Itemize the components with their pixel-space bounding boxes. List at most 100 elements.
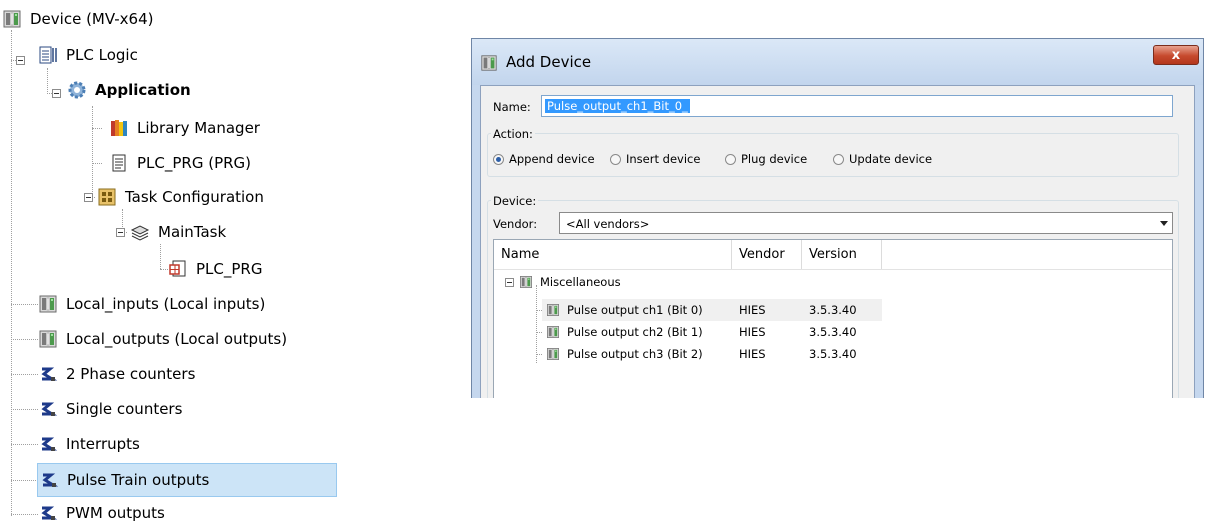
update-device-radio[interactable]: Update device	[833, 152, 932, 166]
tree-item-plc-logic[interactable]: PLC Logic	[38, 41, 138, 69]
collapse-task-configuration-icon[interactable]	[84, 193, 93, 202]
collapse-application-icon[interactable]	[52, 89, 61, 98]
tree-item-label: PLC_PRG	[196, 260, 263, 278]
tree-item-2-phase-counters[interactable]: 2 Phase counters	[38, 360, 195, 388]
column-header-vendor[interactable]: Vendor	[732, 240, 802, 269]
column-header-version[interactable]: Version	[802, 240, 882, 269]
append-device-radio[interactable]: Append device	[493, 152, 595, 166]
connector-icon	[38, 364, 58, 384]
tree-item-label: Single counters	[66, 400, 183, 418]
layered-task-icon	[130, 225, 150, 241]
tree-item-label: 2 Phase counters	[66, 365, 196, 383]
tree-item-maintask[interactable]: MainTask	[130, 218, 226, 246]
device-vendor: HIES	[739, 303, 766, 317]
tree-item-plc-prg-prg[interactable]: PLC_PRG (PRG)	[109, 149, 251, 177]
vendor-select-value: <All vendors>	[566, 217, 650, 231]
device-version: 3.5.3.40	[809, 347, 857, 361]
device-name: Pulse output ch2 (Bit 1)	[567, 325, 703, 339]
tree-item-interrupts[interactable]: Interrupts	[38, 430, 140, 458]
tree-item-label: MainTask	[158, 223, 227, 241]
name-label: Name:	[493, 100, 531, 114]
device-tree: Device (MV-x64) PLC Logic Application Li…	[0, 0, 440, 524]
action-label: Action:	[491, 127, 535, 141]
table-row[interactable]: Pulse output ch3 (Bit 2) HIES 3.5.3.40	[542, 343, 882, 365]
radio-label: Plug device	[741, 152, 808, 166]
dialog-body: Name: Pulse_output_ch1_Bit_0_ Action: Ap…	[480, 85, 1195, 398]
insert-device-radio[interactable]: Insert device	[610, 152, 700, 166]
tree-item-local-inputs[interactable]: Local_inputs (Local inputs)	[38, 290, 265, 318]
radio-icon	[610, 153, 621, 165]
program-call-icon	[169, 260, 186, 277]
collapse-plc-logic-icon[interactable]	[16, 56, 25, 65]
dialog-title-bar[interactable]: Add Device x	[472, 39, 1203, 85]
connector-icon	[38, 434, 58, 454]
device-icon	[546, 303, 560, 317]
tree-item-library-manager[interactable]: Library Manager	[109, 114, 260, 142]
plug-device-radio[interactable]: Plug device	[725, 152, 807, 166]
radio-label: Update device	[849, 152, 933, 166]
device-icon	[546, 325, 560, 339]
device-icon	[480, 54, 498, 72]
collapse-miscellaneous-icon[interactable]	[505, 278, 514, 287]
vendor-label: Vendor:	[493, 217, 538, 231]
tree-item-application[interactable]: Application	[67, 76, 191, 104]
close-button[interactable]: x	[1153, 45, 1199, 65]
table-row[interactable]: Pulse output ch2 (Bit 1) HIES 3.5.3.40	[542, 321, 882, 343]
tree-item-label: PLC Logic	[66, 46, 138, 64]
gear-icon	[68, 81, 86, 99]
device-name: Pulse output ch1 (Bit 0)	[567, 303, 703, 317]
tree-item-task-configuration[interactable]: Task Configuration	[97, 183, 264, 211]
collapse-maintask-icon[interactable]	[116, 228, 125, 237]
tree-item-device[interactable]: Device (MV-x64)	[2, 5, 153, 33]
device-icon	[2, 9, 22, 29]
device-icon	[546, 347, 560, 361]
document-icon	[112, 154, 126, 172]
dialog-title: Add Device	[506, 53, 592, 71]
add-device-dialog: Add Device x Name: Pulse_output_ch1_Bit_…	[471, 38, 1204, 398]
device-version: 3.5.3.40	[809, 303, 857, 317]
tree-item-label: PWM outputs	[66, 504, 165, 522]
tree-item-label: Task Configuration	[125, 188, 264, 206]
tree-item-label: Local_inputs (Local inputs)	[66, 295, 266, 313]
device-version: 3.5.3.40	[809, 325, 857, 339]
radio-label: Append device	[509, 152, 595, 166]
column-header-name[interactable]: Name	[494, 240, 732, 269]
device-icon	[38, 329, 58, 349]
device-icon	[519, 275, 533, 289]
tree-item-label: Interrupts	[66, 435, 140, 453]
radio-label: Insert device	[626, 152, 701, 166]
tree-item-label: Application	[95, 81, 191, 99]
tree-item-label: Device (MV-x64)	[30, 10, 154, 28]
category-row-miscellaneous[interactable]: Miscellaneous	[519, 271, 621, 293]
connector-icon	[39, 470, 59, 490]
table-row[interactable]: Pulse output ch1 (Bit 0) HIES 3.5.3.40	[542, 299, 882, 321]
plc-logic-icon	[39, 46, 57, 64]
tree-item-label: Library Manager	[137, 119, 260, 137]
close-icon: x	[1171, 48, 1181, 63]
radio-icon	[833, 153, 844, 165]
connector-icon	[38, 399, 58, 419]
device-name: Pulse output ch3 (Bit 2)	[567, 347, 703, 361]
device-vendor: HIES	[739, 347, 766, 361]
library-books-icon	[111, 120, 127, 136]
chevron-down-icon	[1160, 221, 1168, 226]
radio-icon	[725, 153, 736, 165]
category-label: Miscellaneous	[540, 275, 621, 289]
tree-item-pwm-outputs[interactable]: PWM outputs	[38, 502, 165, 524]
vendor-select[interactable]: <All vendors>	[559, 212, 1173, 234]
connector-icon	[38, 503, 58, 523]
tree-item-plc-prg[interactable]: PLC_PRG	[168, 255, 262, 283]
tree-item-label: PLC_PRG (PRG)	[137, 154, 252, 172]
tree-item-label: Pulse Train outputs	[67, 471, 210, 489]
device-label: Device:	[491, 194, 539, 208]
task-configuration-icon	[98, 188, 116, 206]
name-field[interactable]: Pulse_output_ch1_Bit_0_	[541, 95, 1173, 117]
tree-item-single-counters[interactable]: Single counters	[38, 395, 182, 423]
tree-item-label: Local_outputs (Local outputs)	[66, 330, 288, 348]
tree-item-local-outputs[interactable]: Local_outputs (Local outputs)	[38, 325, 287, 353]
name-field-value: Pulse_output_ch1_Bit_0_	[545, 99, 690, 113]
device-list[interactable]: Name Vendor Version Miscellaneous Pulse …	[493, 239, 1173, 398]
device-icon	[38, 294, 58, 314]
radio-selected-icon	[493, 153, 504, 165]
tree-item-pulse-train-outputs[interactable]: Pulse Train outputs	[37, 463, 337, 497]
